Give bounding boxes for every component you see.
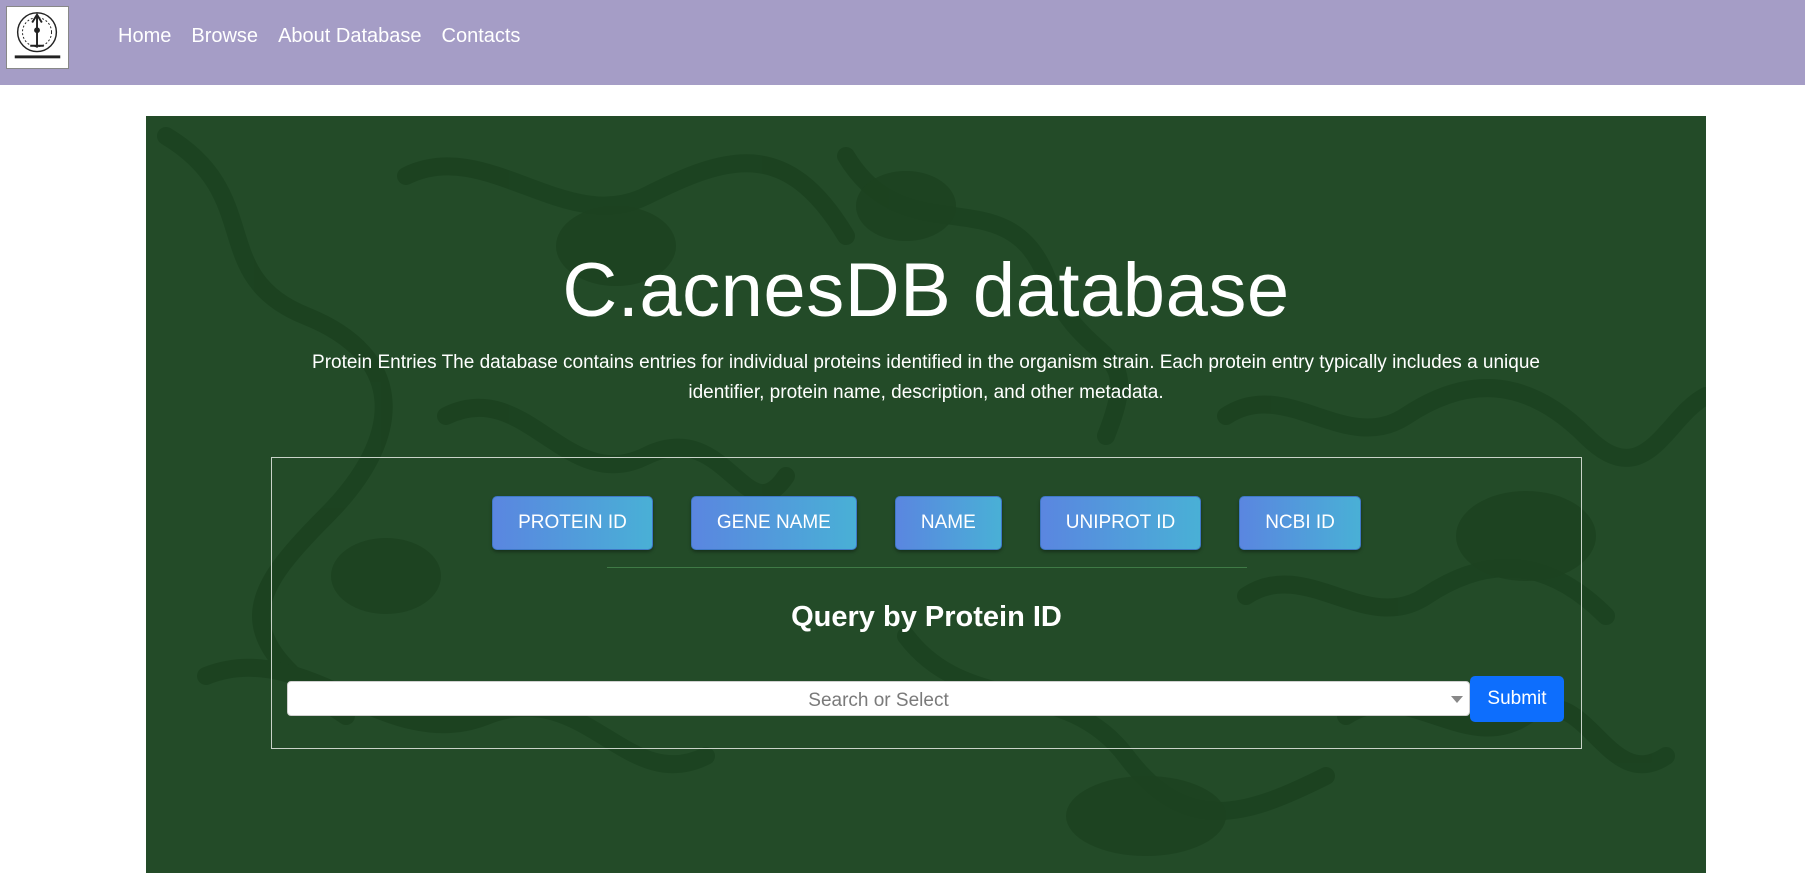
hero-section: C.acnesDB database Protein Entries The d… — [146, 116, 1706, 873]
hero-description: Protein Entries The database contains en… — [312, 352, 1540, 403]
tab-gene-name[interactable]: GENE NAME — [690, 496, 857, 550]
emblem-icon — [14, 12, 61, 59]
page-title: C.acnesDB database — [562, 248, 1290, 333]
nav-browse-link[interactable]: Browse — [191, 23, 258, 49]
nav-links: Home Browse About Database Contacts — [118, 23, 520, 49]
institute-logo[interactable] — [6, 6, 69, 69]
tab-protein-id[interactable]: PROTEIN ID — [492, 496, 653, 550]
protein-id-select[interactable]: Search or Select — [287, 681, 1470, 716]
nav-about-database-link[interactable]: About Database — [278, 23, 421, 49]
query-panel: PROTEIN ID GENE NAME NAME UNIPROT ID NCB… — [271, 457, 1582, 749]
select-placeholder: Search or Select — [808, 690, 949, 711]
tab-uniprot-id[interactable]: UNIPROT ID — [1039, 496, 1202, 550]
nav-home-link[interactable]: Home — [118, 23, 171, 49]
chevron-down-icon[interactable] — [1451, 696, 1463, 703]
tab-name[interactable]: NAME — [894, 496, 1002, 550]
query-heading: Query by Protein ID — [791, 601, 1062, 633]
submit-button[interactable]: Submit — [1470, 676, 1564, 722]
tab-ncbi-id[interactable]: NCBI ID — [1239, 496, 1361, 550]
query-type-tabs: PROTEIN ID GENE NAME NAME UNIPROT ID NCB… — [272, 496, 1581, 550]
search-row: Search or Select Submit — [287, 676, 1568, 722]
top-navbar: Home Browse About Database Contacts — [0, 0, 1805, 85]
divider — [607, 567, 1247, 568]
nav-contacts-link[interactable]: Contacts — [442, 23, 521, 49]
